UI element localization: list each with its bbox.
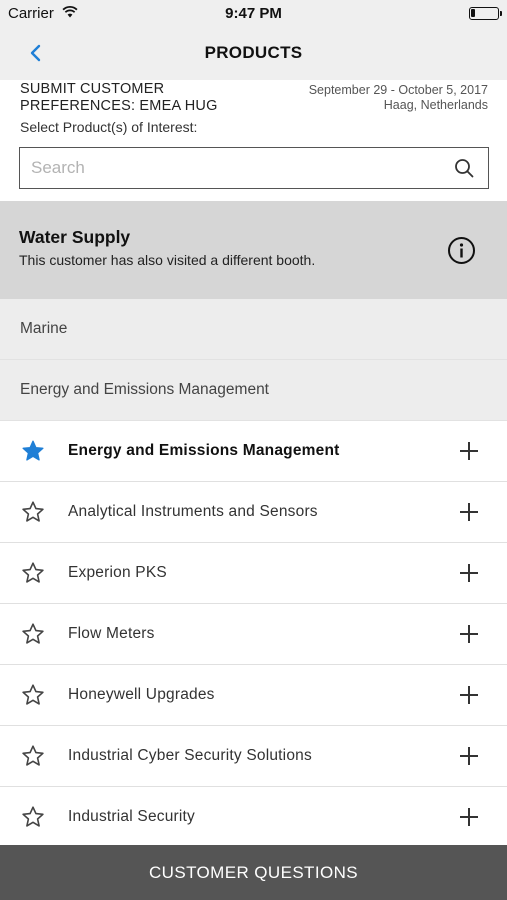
product-row[interactable]: Honeywell Upgrades [0, 665, 507, 726]
battery-low-icon [469, 7, 502, 20]
clock: 9:47 PM [225, 5, 282, 22]
search-box[interactable] [19, 147, 489, 189]
star-outline-icon[interactable] [21, 500, 45, 524]
category-row-energy[interactable]: Energy and Emissions Management [0, 360, 507, 421]
star-outline-icon[interactable] [21, 683, 45, 707]
plus-icon[interactable] [458, 562, 480, 584]
star-outline-icon[interactable] [21, 622, 45, 646]
product-label: Industrial Cyber Security Solutions [68, 747, 312, 764]
event-location: Haag, Netherlands [383, 98, 488, 112]
product-label: Flow Meters [68, 625, 155, 642]
status-bar: Carrier 9:47 PM [0, 0, 507, 27]
search-input[interactable] [31, 148, 431, 187]
info-icon[interactable] [447, 236, 476, 270]
plus-icon[interactable] [458, 806, 480, 828]
plus-icon[interactable] [458, 623, 480, 645]
product-label: Experion PKS [68, 564, 167, 581]
plus-icon[interactable] [458, 684, 480, 706]
product-label: Energy and Emissions Management [68, 442, 340, 459]
product-row[interactable]: Industrial Security [0, 787, 507, 848]
star-filled-icon[interactable] [21, 439, 45, 463]
customer-questions-button[interactable]: CUSTOMER QUESTIONS [0, 845, 507, 900]
product-row[interactable]: Analytical Instruments and Sensors [0, 482, 507, 543]
product-row[interactable]: Energy and Emissions Management [0, 421, 507, 482]
section-header: Water Supply This customer has also visi… [0, 201, 507, 299]
product-label: Honeywell Upgrades [68, 686, 215, 703]
plus-icon[interactable] [458, 745, 480, 767]
search-icon[interactable] [454, 158, 474, 178]
event-title: SUBMIT CUSTOMER PREFERENCES: EMEA HUG [20, 81, 240, 115]
star-outline-icon[interactable] [21, 744, 45, 768]
plus-icon[interactable] [458, 501, 480, 523]
category-row-marine[interactable]: Marine [0, 299, 507, 360]
select-products-label: Select Product(s) of Interest: [20, 119, 198, 135]
event-title-line: SUBMIT CUSTOMER [20, 81, 165, 97]
category-label: Marine [20, 320, 68, 337]
event-title-line: PREFERENCES: EMEA HUG [20, 98, 218, 114]
nav-bar: PRODUCTS [0, 27, 507, 80]
page-title: PRODUCTS [204, 43, 303, 62]
event-dates: September 29 - October 5, 2017 [308, 83, 488, 97]
star-outline-icon[interactable] [21, 805, 45, 829]
product-label: Analytical Instruments and Sensors [68, 503, 318, 520]
product-row[interactable]: Flow Meters [0, 604, 507, 665]
star-outline-icon[interactable] [21, 561, 45, 585]
event-meta: September 29 - October 5, 2017 Haag, Net… [309, 83, 488, 113]
product-row[interactable]: Experion PKS [0, 543, 507, 604]
section-title: Water Supply [19, 227, 131, 247]
plus-icon[interactable] [458, 440, 480, 462]
section-subtitle: This customer has also visited a differe… [19, 252, 316, 268]
product-row[interactable]: Industrial Cyber Security Solutions [0, 726, 507, 787]
category-label: Energy and Emissions Management [20, 381, 269, 398]
product-label: Industrial Security [68, 808, 195, 825]
